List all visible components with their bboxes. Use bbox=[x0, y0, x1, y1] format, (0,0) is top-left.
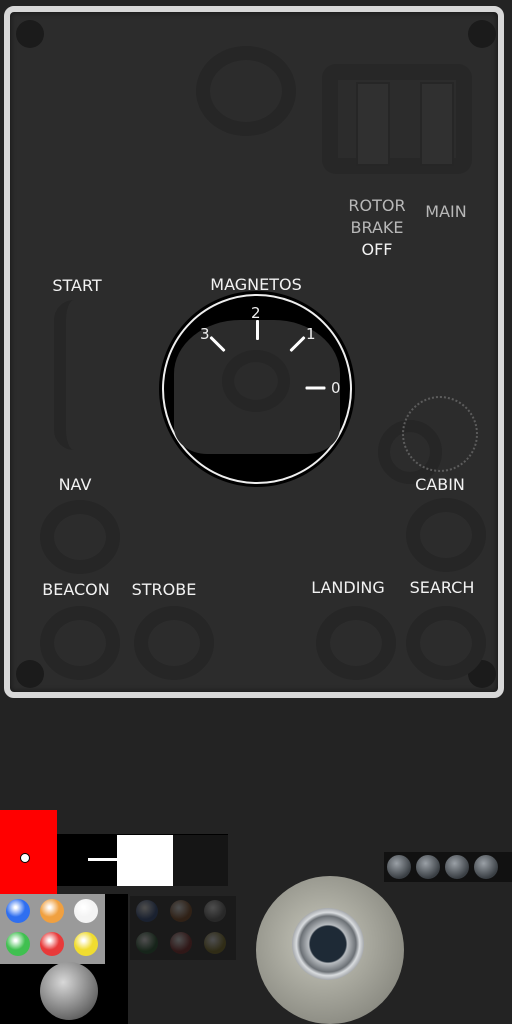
magnetos-pos-2: 2 bbox=[251, 304, 261, 322]
main-switch[interactable] bbox=[420, 82, 454, 166]
screw-icon bbox=[386, 854, 412, 880]
cabin-label: CABIN bbox=[415, 475, 465, 494]
lamp-lit-icon bbox=[74, 932, 98, 956]
beacon-label: BEACON bbox=[42, 580, 110, 599]
lamp-lit-icon bbox=[74, 899, 98, 923]
magnetos-pos-1: 1 bbox=[306, 325, 316, 343]
slider-sprite-line bbox=[88, 858, 118, 861]
strobe-switch[interactable] bbox=[134, 606, 214, 680]
screw-icon bbox=[444, 854, 470, 880]
slider-sprite-thumb[interactable] bbox=[117, 835, 173, 886]
start-switch[interactable] bbox=[54, 300, 106, 450]
magnetos-pos-0: 0 bbox=[331, 379, 341, 397]
lamp-lit-icon bbox=[40, 932, 64, 956]
beacon-switch[interactable] bbox=[40, 606, 120, 680]
nav-label: NAV bbox=[58, 475, 92, 494]
lamp-dim-icon bbox=[136, 932, 158, 954]
rotor-brake-lever[interactable] bbox=[356, 82, 390, 166]
landing-switch[interactable] bbox=[316, 606, 396, 680]
lamp-lit-icon bbox=[40, 899, 64, 923]
ghost-knob-shape bbox=[196, 46, 296, 136]
magnetos-tick-2 bbox=[256, 320, 259, 340]
magnetos-key-knob[interactable] bbox=[222, 350, 290, 412]
slider-sprite-dark-block bbox=[173, 835, 228, 886]
rotor-brake-label-line2: BRAKE bbox=[350, 218, 404, 237]
screw-icon bbox=[473, 854, 499, 880]
panel-screw-bottom-left bbox=[16, 660, 44, 688]
screw-icon bbox=[415, 854, 441, 880]
panel-screw-top-right bbox=[468, 20, 496, 48]
lamp-lit-icon bbox=[6, 932, 30, 956]
panel-screw-top-left bbox=[16, 20, 44, 48]
red-indicator-sprite bbox=[0, 810, 57, 894]
magnetos-pos-3: 3 bbox=[200, 325, 210, 343]
red-indicator-dot bbox=[20, 853, 30, 863]
cabin-dimmer-knob[interactable] bbox=[402, 396, 478, 472]
strobe-label: STROBE bbox=[131, 580, 197, 599]
chrome-button-sprite[interactable] bbox=[40, 962, 98, 1020]
grommet-ring bbox=[292, 908, 364, 980]
nav-switch[interactable] bbox=[40, 500, 120, 574]
cabin-switch[interactable] bbox=[406, 498, 486, 572]
magnetos-label: MAGNETOS bbox=[210, 275, 302, 294]
lamp-dim-icon bbox=[204, 932, 226, 954]
lamp-dim-icon bbox=[136, 900, 158, 922]
main-label: MAIN bbox=[425, 202, 467, 221]
rotor-brake-off-label: OFF bbox=[361, 240, 393, 259]
search-label: SEARCH bbox=[409, 578, 475, 597]
rotor-brake-label-line1: ROTOR bbox=[348, 196, 406, 215]
search-switch[interactable] bbox=[406, 606, 486, 680]
magnetos-tick-0 bbox=[305, 386, 326, 390]
lamp-lit-icon bbox=[6, 899, 30, 923]
start-label: START bbox=[52, 276, 102, 295]
landing-label: LANDING bbox=[311, 578, 385, 597]
lamp-dim-icon bbox=[204, 900, 226, 922]
lamp-dim-icon bbox=[170, 932, 192, 954]
lamp-dim-icon bbox=[170, 900, 192, 922]
